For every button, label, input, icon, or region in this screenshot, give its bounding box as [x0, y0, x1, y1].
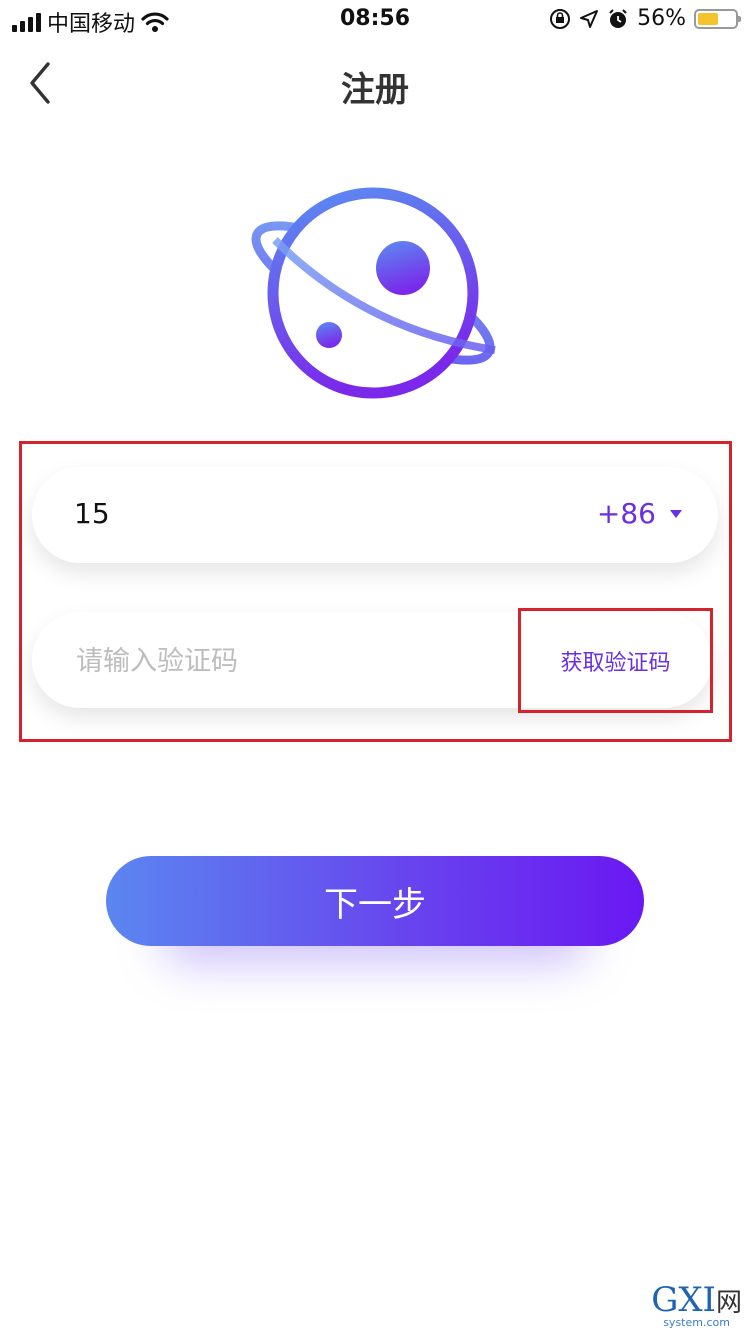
status-right: 56% — [549, 6, 741, 31]
highlight-box-get-code — [518, 608, 713, 713]
location-icon — [580, 9, 599, 28]
country-code-select[interactable]: +86 — [597, 497, 682, 530]
verification-code-input[interactable] — [74, 638, 498, 684]
battery-icon — [694, 8, 741, 29]
alarm-icon — [609, 8, 627, 28]
phone-input[interactable]: 15 — [74, 497, 110, 530]
watermark-logo: GXI网 system.com — [651, 1283, 742, 1328]
next-step-button[interactable]: 下一步 — [106, 856, 644, 946]
planet-logo-icon — [251, 187, 496, 399]
battery-percent: 56% — [637, 6, 686, 31]
country-code-label: +86 — [596, 497, 656, 530]
watermark-cn: 网 — [715, 1288, 742, 1318]
orientation-lock-icon — [550, 8, 571, 29]
phone-field[interactable]: 15 +86 — [32, 467, 718, 563]
caret-down-icon — [670, 509, 682, 518]
watermark-domain: system.com — [663, 1316, 730, 1329]
watermark-main: GXI — [651, 1280, 716, 1320]
status-bar: 中国移动 08:56 56% — [0, 0, 750, 40]
page-title: 注册 — [341, 70, 409, 110]
